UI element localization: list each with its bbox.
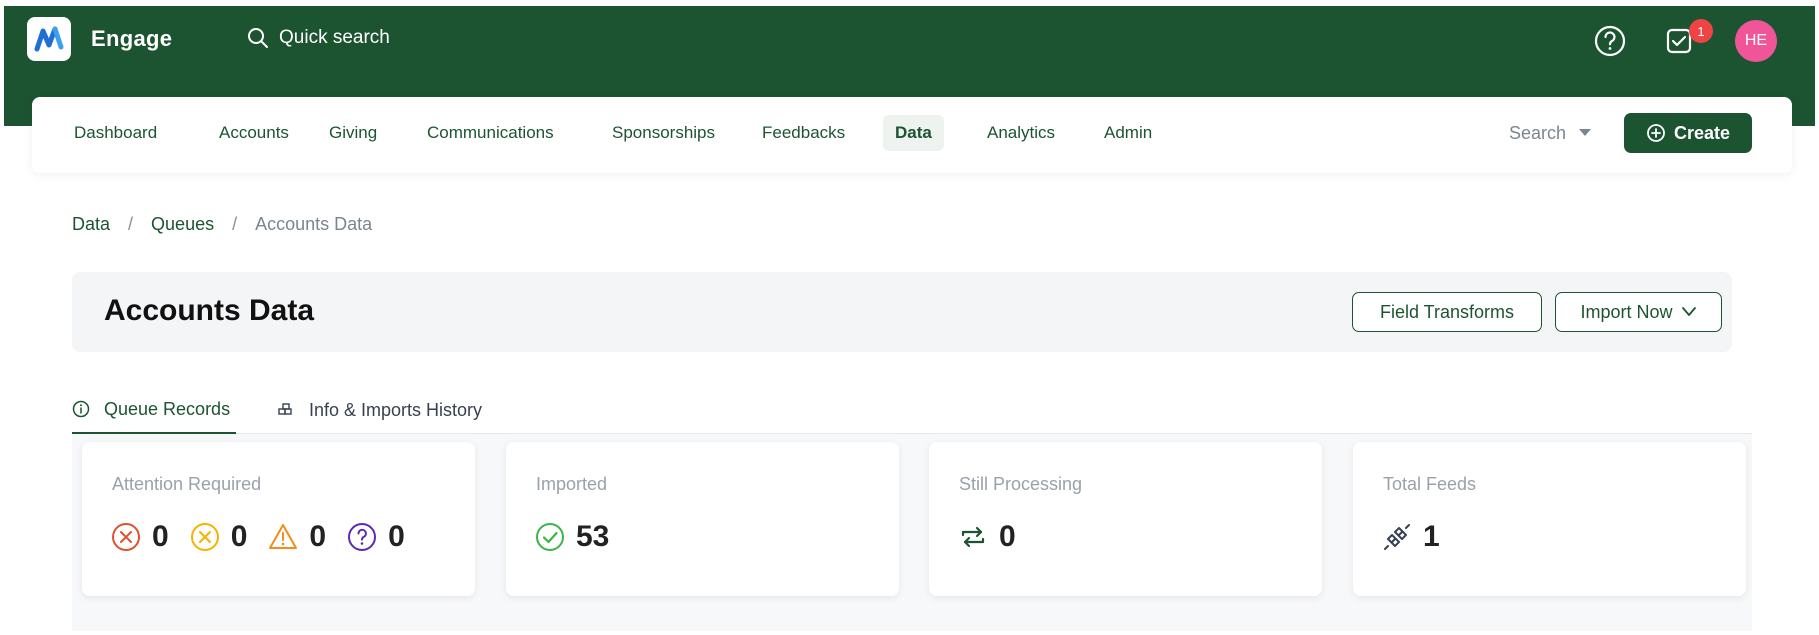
info-circle-icon bbox=[72, 400, 90, 418]
tab-bar: Queue Records Info & Imports History bbox=[72, 386, 1752, 434]
app-title: Engage bbox=[91, 26, 173, 51]
tab-info-imports-history-label: Info & Imports History bbox=[309, 399, 483, 420]
stat-label: Total Feeds bbox=[1383, 474, 1477, 494]
imported-count-row: 53 bbox=[534, 520, 629, 554]
feeds-count: 1 bbox=[1423, 520, 1440, 553]
plug-link-icon bbox=[1381, 521, 1413, 553]
attention-counts: 0 0 0 0 bbox=[110, 520, 425, 554]
feeds-count-row: 1 bbox=[1381, 520, 1460, 554]
page-title: Accounts Data bbox=[104, 294, 315, 327]
app-logo[interactable] bbox=[27, 17, 71, 61]
stat-label: Imported bbox=[536, 474, 608, 494]
tab-queue-records[interactable]: Queue Records bbox=[72, 386, 236, 434]
breadcrumb: Data / Queues / Accounts Data bbox=[72, 214, 372, 235]
skipped-count: 0 bbox=[230, 520, 248, 553]
unknown-count: 0 bbox=[388, 520, 405, 553]
nav-item-admin[interactable]: Admin bbox=[1092, 115, 1164, 151]
error-count: 0 bbox=[152, 520, 169, 553]
nav-item-accounts[interactable]: Accounts bbox=[207, 115, 301, 151]
search-icon bbox=[248, 28, 268, 48]
chevron-down-icon bbox=[1681, 307, 1696, 316]
history-blocks-icon bbox=[278, 403, 292, 415]
nav-item-analytics[interactable]: Analytics bbox=[975, 115, 1067, 151]
stat-label: Still Processing bbox=[959, 474, 1083, 494]
help-icon[interactable] bbox=[1592, 23, 1628, 59]
plus-circle-icon bbox=[1647, 124, 1665, 142]
nav-item-data[interactable]: Data bbox=[883, 115, 944, 151]
breadcrumb-queues[interactable]: Queues bbox=[151, 214, 214, 235]
import-now-label: Import Now bbox=[1580, 301, 1673, 322]
stat-card-imported[interactable]: Imported 53 bbox=[506, 442, 899, 596]
import-now-button[interactable]: Import Now bbox=[1555, 292, 1722, 332]
quick-search-label: Quick search bbox=[279, 27, 390, 48]
nav-item-dashboard[interactable]: Dashboard bbox=[62, 115, 169, 151]
warning-count: 0 bbox=[309, 520, 327, 553]
quick-search-button[interactable]: Quick search bbox=[247, 20, 390, 56]
nav-item-feedbacks[interactable]: Feedbacks bbox=[750, 115, 857, 151]
nav-item-communications[interactable]: Communications bbox=[415, 115, 566, 151]
processing-count: 0 bbox=[999, 520, 1016, 553]
logo-mark-icon bbox=[34, 26, 64, 52]
nav-search-dropdown[interactable]: Search bbox=[1509, 115, 1592, 151]
avatar[interactable]: HE bbox=[1735, 20, 1777, 62]
caret-down-icon bbox=[1579, 129, 1592, 136]
processing-count-row: 0 bbox=[957, 520, 1036, 554]
warning-triangle-icon bbox=[267, 521, 299, 553]
stat-card-attention[interactable]: Attention Required 0 0 0 0 bbox=[82, 442, 475, 596]
app-frame: Engage Quick search 1 HE Dashboard Accou… bbox=[4, 6, 1815, 631]
create-label: Create bbox=[1673, 122, 1731, 143]
breadcrumb-data[interactable]: Data bbox=[72, 214, 110, 235]
nav-item-giving[interactable]: Giving bbox=[317, 115, 389, 151]
create-button[interactable]: Create bbox=[1624, 113, 1752, 153]
breadcrumb-separator: / bbox=[128, 214, 134, 234]
breadcrumb-separator: / bbox=[232, 214, 238, 234]
notification-badge: 1 bbox=[1689, 19, 1713, 43]
main-nav: Dashboard Accounts Giving Communications… bbox=[32, 97, 1792, 173]
breadcrumb-current: Accounts Data bbox=[255, 214, 373, 234]
tab-queue-records-label: Queue Records bbox=[104, 398, 231, 419]
error-x-circle-icon bbox=[110, 521, 142, 553]
stats-section: Attention Required 0 0 0 0 Imported 53 S… bbox=[72, 434, 1752, 631]
tab-info-imports-history[interactable]: Info & Imports History bbox=[277, 386, 482, 434]
check-circle-icon bbox=[534, 521, 566, 553]
imported-count: 53 bbox=[576, 520, 610, 553]
skipped-x-circle-icon bbox=[189, 521, 221, 553]
nav-search-label: Search bbox=[1509, 122, 1567, 143]
question-circle-icon bbox=[346, 521, 378, 553]
stat-card-feeds[interactable]: Total Feeds 1 bbox=[1353, 442, 1746, 596]
field-transforms-button[interactable]: Field Transforms bbox=[1352, 292, 1542, 332]
stat-card-processing[interactable]: Still Processing 0 bbox=[929, 442, 1322, 596]
page-header-panel: Accounts Data Field Transforms Import No… bbox=[72, 272, 1732, 352]
stat-label: Attention Required bbox=[112, 474, 262, 494]
nav-item-sponsorships[interactable]: Sponsorships bbox=[600, 115, 727, 151]
field-transforms-label: Field Transforms bbox=[1379, 301, 1515, 322]
repeat-icon bbox=[957, 521, 989, 553]
